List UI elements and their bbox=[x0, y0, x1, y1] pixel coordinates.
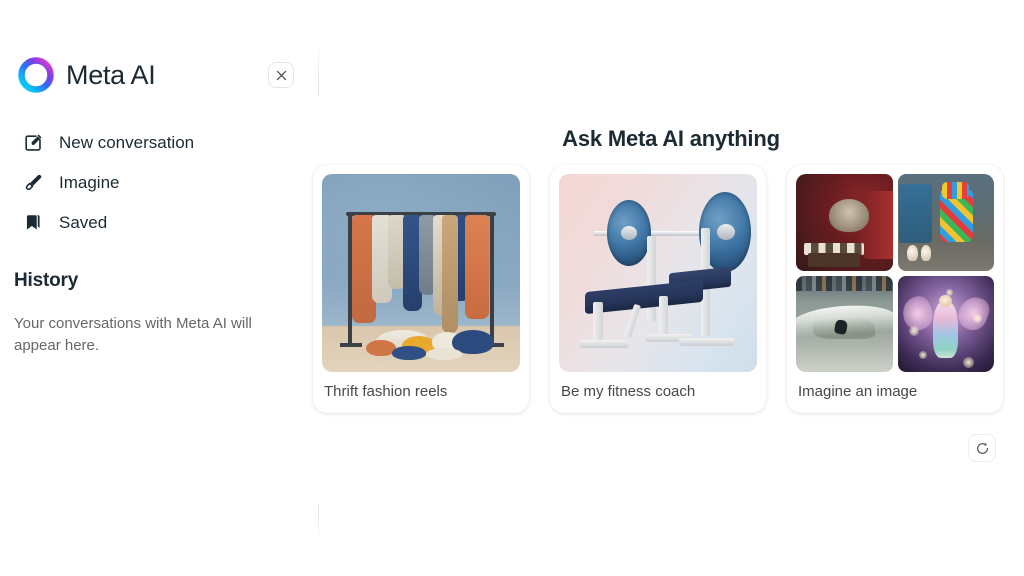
meta-ai-ring-logo-icon bbox=[14, 53, 58, 97]
refresh-button[interactable] bbox=[968, 434, 996, 462]
main-content: Ask Meta AI anything Thrift fashion reel… bbox=[313, 0, 1024, 576]
refresh-icon bbox=[975, 441, 990, 456]
tile-glowing-fairy bbox=[897, 275, 994, 372]
suggestion-card-row: Thrift fashion reels Be my fitness coach… bbox=[313, 165, 1024, 413]
clothing-rack-photo bbox=[322, 174, 520, 372]
suggestion-card-label: Imagine an image bbox=[798, 383, 918, 400]
suggestion-card-thrift-fashion-reels[interactable]: Thrift fashion reels bbox=[313, 165, 529, 413]
brand: Meta AI bbox=[14, 52, 302, 98]
page-title: Meta AI bbox=[66, 59, 156, 90]
compose-icon bbox=[22, 131, 44, 153]
sidebar-item-label: New conversation bbox=[59, 132, 195, 152]
sidebar-item-new-conversation[interactable]: New conversation bbox=[22, 122, 302, 162]
bookmark-icon bbox=[22, 211, 44, 233]
brush-icon bbox=[22, 171, 44, 193]
sidebar: Meta AI New conversation Imagine Saved H… bbox=[0, 0, 318, 576]
suggestion-card-be-my-fitness-coach[interactable]: Be my fitness coach bbox=[550, 165, 766, 413]
tile-hedgehog-playing-chess bbox=[796, 174, 893, 271]
sidebar-nav: New conversation Imagine Saved bbox=[22, 122, 302, 242]
sidebar-item-saved[interactable]: Saved bbox=[22, 202, 302, 242]
close-button[interactable] bbox=[268, 62, 294, 88]
suggestion-card-label: Thrift fashion reels bbox=[324, 383, 448, 400]
main-heading: Ask Meta AI anything bbox=[562, 126, 780, 151]
sidebar-item-imagine[interactable]: Imagine bbox=[22, 162, 302, 202]
suggestion-card-label: Be my fitness coach bbox=[561, 383, 696, 400]
meta-ai-panel: Meta AI New conversation Imagine Saved H… bbox=[0, 0, 1024, 576]
history-heading: History bbox=[14, 270, 79, 291]
suggestion-card-imagine-an-image[interactable]: Imagine an image bbox=[787, 165, 1003, 413]
sidebar-item-label: Imagine bbox=[59, 172, 120, 192]
close-icon bbox=[276, 70, 287, 81]
sidebar-item-label: Saved bbox=[59, 212, 108, 232]
tile-surfer-riding-wave bbox=[796, 275, 893, 372]
weight-bench-photo bbox=[559, 174, 757, 372]
tile-colorful-robot-walking-dogs bbox=[897, 174, 994, 271]
image-grid bbox=[796, 174, 994, 372]
history-empty-text: Your conversations with Meta AI will app… bbox=[14, 315, 252, 354]
